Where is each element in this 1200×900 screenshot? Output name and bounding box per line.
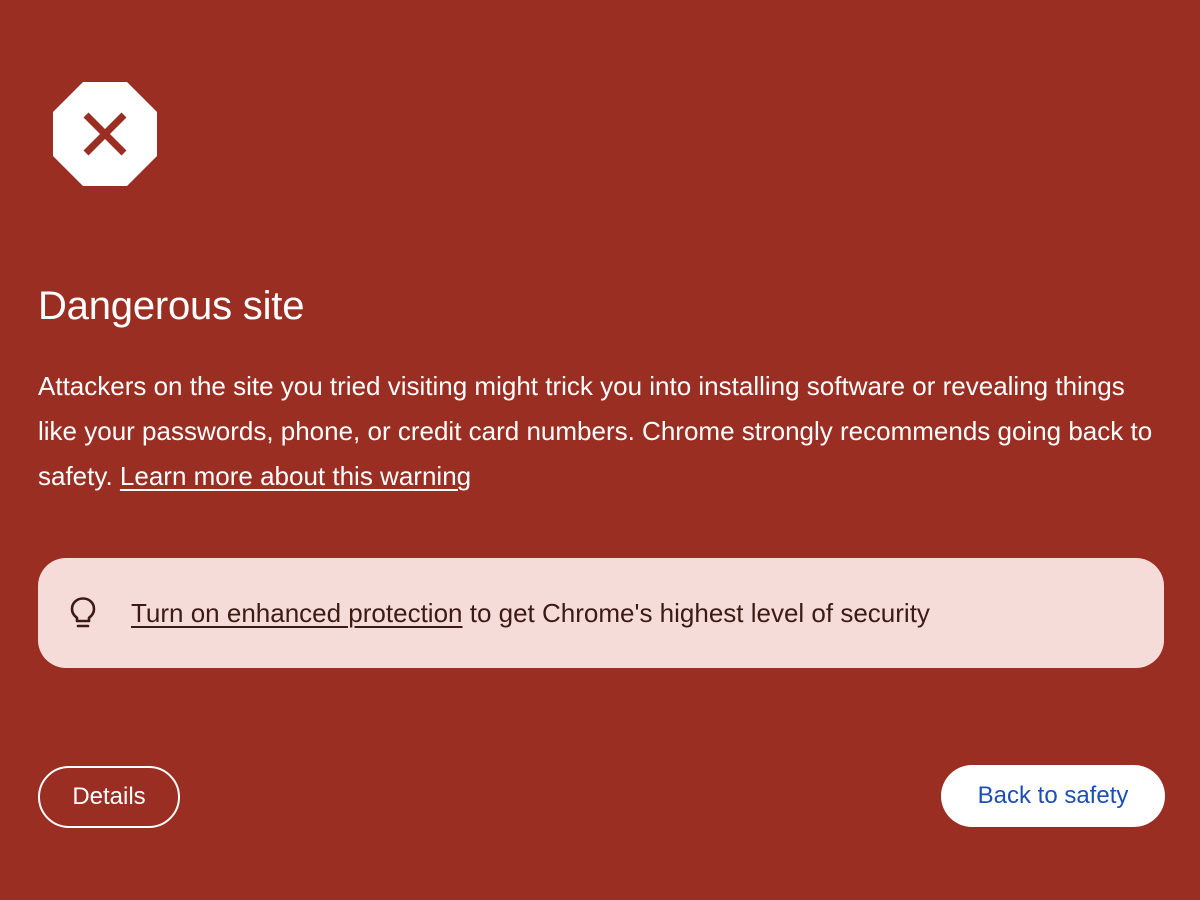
back-to-safety-button[interactable]: Back to safety <box>941 765 1165 827</box>
enhanced-protection-tip: Turn on enhanced protection to get Chrom… <box>38 558 1164 668</box>
enhanced-protection-link[interactable]: Turn on enhanced protection <box>131 598 463 628</box>
learn-more-link[interactable]: Learn more about this warning <box>120 461 471 491</box>
tip-description: to get Chrome's highest level of securit… <box>469 598 930 628</box>
interstitial-page: Dangerous site Attackers on the site you… <box>0 0 1200 900</box>
tip-text: Turn on enhanced protection to get Chrom… <box>131 596 930 630</box>
lightbulb-icon <box>68 596 98 630</box>
page-title: Dangerous site <box>38 284 305 328</box>
stop-octagon-x-icon <box>53 82 157 186</box>
details-button[interactable]: Details <box>38 766 180 828</box>
warning-description: Attackers on the site you tried visiting… <box>38 364 1168 499</box>
